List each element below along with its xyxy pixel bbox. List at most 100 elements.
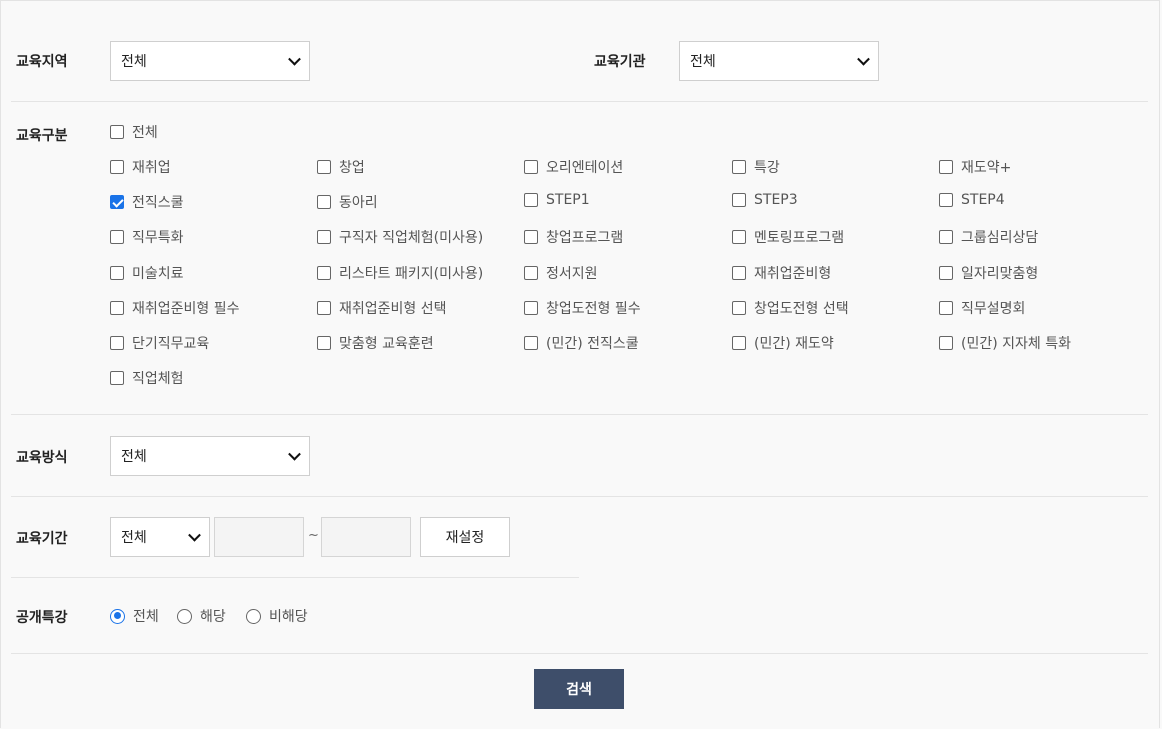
open-lecture-radio-label: 해당	[200, 609, 226, 625]
checkbox-box[interactable]	[110, 371, 124, 386]
category-checkbox-item[interactable]: 미술치료	[110, 263, 184, 283]
checkbox-box[interactable]	[110, 265, 124, 280]
radio-circle[interactable]	[110, 608, 125, 624]
category-checkbox-item[interactable]: 구직자 직업체험(미사용)	[317, 227, 483, 247]
category-checkbox-label: 리스타트 패키지(미사용)	[339, 265, 484, 282]
open-lecture-radio-option[interactable]: 전체	[110, 606, 159, 626]
institution-label: 교육기관	[594, 54, 646, 70]
checkbox-box[interactable]	[732, 193, 746, 208]
divider	[11, 101, 1148, 102]
checkbox-box[interactable]	[110, 160, 124, 174]
reset-button[interactable]: 재설정	[420, 517, 510, 557]
category-checkbox-item[interactable]: 특강	[732, 157, 780, 177]
category-checkbox-item[interactable]: 창업프로그램	[524, 227, 623, 247]
category-checkbox-item[interactable]: 직무설명회	[939, 298, 1025, 318]
checkbox-box[interactable]	[110, 300, 124, 315]
method-select-value: 전체	[121, 449, 147, 465]
category-checkbox-item[interactable]: 그룹심리상담	[939, 227, 1038, 247]
checkbox-box[interactable]	[110, 230, 124, 245]
checkbox-box[interactable]	[939, 160, 953, 174]
category-checkbox-item[interactable]: 단기직무교육	[110, 333, 209, 353]
divider	[11, 414, 1148, 415]
period-separator: ~	[308, 528, 319, 543]
category-checkbox-item[interactable]: STEP3	[732, 192, 798, 208]
category-checkbox-label: 전직스쿨	[132, 195, 184, 212]
category-checkbox-item[interactable]: 재도약+	[939, 157, 1011, 177]
checkbox-box[interactable]	[524, 193, 538, 208]
category-checkbox-item[interactable]: 창업도전형 필수	[524, 298, 641, 318]
chevron-down-icon	[288, 52, 301, 66]
checkbox-box[interactable]	[110, 336, 124, 350]
checkbox-box[interactable]	[732, 336, 746, 350]
category-checkbox-item[interactable]: 일자리맞춤형	[939, 263, 1038, 283]
period-end-date-input[interactable]	[321, 517, 411, 557]
checkbox-box[interactable]	[524, 336, 538, 350]
checkbox-box[interactable]	[732, 265, 746, 280]
category-checkbox-item[interactable]: 리스타트 패키지(미사용)	[317, 263, 483, 283]
category-checkbox-item[interactable]: 창업	[317, 157, 365, 177]
checkbox-box[interactable]	[939, 193, 953, 208]
open-lecture-label: 공개특강	[16, 610, 68, 626]
chevron-down-icon	[857, 52, 870, 66]
checkbox-box[interactable]	[317, 300, 331, 315]
period-select[interactable]: 전체	[110, 517, 210, 557]
category-checkbox-label: 재취업	[132, 160, 171, 176]
category-checkbox-label: (민간) 재도약	[754, 336, 834, 352]
checkbox-box[interactable]	[317, 230, 331, 245]
search-button[interactable]: 검색	[534, 669, 624, 709]
category-checkbox-item[interactable]: (민간) 전직스쿨	[524, 333, 639, 353]
category-checkbox-label: 멘토링프로그램	[754, 230, 845, 247]
category-checkbox-item[interactable]: (민간) 재도약	[732, 333, 834, 353]
method-select[interactable]: 전체	[110, 436, 310, 476]
checkbox-box[interactable]	[732, 300, 746, 315]
category-label: 교육구분	[16, 128, 68, 144]
checkbox-box[interactable]	[524, 265, 538, 280]
institution-select[interactable]: 전체	[679, 41, 879, 81]
category-checkbox-item[interactable]: STEP4	[939, 192, 1005, 208]
category-all-label: 전체	[132, 125, 158, 141]
checkbox-box[interactable]	[110, 195, 124, 210]
checkbox-box[interactable]	[939, 230, 953, 245]
category-checkbox-item[interactable]: 정서지원	[524, 263, 598, 283]
category-checkbox-label: (민간) 지자체 특화	[961, 336, 1071, 352]
category-checkbox-item[interactable]: 재취업	[110, 157, 171, 177]
category-checkbox-item[interactable]: STEP1	[524, 192, 590, 208]
category-checkbox-label: 직무특화	[132, 230, 184, 247]
checkbox-box[interactable]	[317, 265, 331, 280]
checkbox-box[interactable]	[317, 336, 331, 350]
category-checkbox-item[interactable]: 재취업준비형 선택	[317, 298, 447, 318]
open-lecture-radio-option[interactable]: 비해당	[246, 606, 308, 626]
checkbox-box[interactable]	[939, 300, 953, 315]
checkbox-box[interactable]	[317, 195, 331, 210]
category-checkbox-item[interactable]: 재취업준비형	[732, 263, 831, 283]
checkbox-box[interactable]	[732, 160, 746, 174]
open-lecture-radio-label: 비해당	[269, 609, 308, 625]
category-checkbox-item[interactable]: 창업도전형 선택	[732, 298, 849, 318]
open-lecture-radio-option[interactable]: 해당	[177, 606, 226, 626]
category-checkbox-item[interactable]: 맞춤형 교육훈련	[317, 333, 434, 353]
category-checkbox-item[interactable]: 직업체험	[110, 368, 184, 388]
checkbox-box[interactable]	[939, 265, 953, 280]
region-select[interactable]: 전체	[110, 41, 310, 81]
checkbox-box[interactable]	[939, 336, 953, 350]
checkbox-box[interactable]	[110, 125, 124, 139]
category-checkbox-item[interactable]: 전직스쿨	[110, 192, 184, 212]
category-checkbox-item[interactable]: 멘토링프로그램	[732, 227, 844, 247]
category-checkbox-label: 동아리	[339, 195, 378, 212]
checkbox-box[interactable]	[317, 160, 331, 174]
checkbox-box[interactable]	[524, 300, 538, 315]
category-checkbox-item[interactable]: 동아리	[317, 192, 378, 212]
category-checkbox-item[interactable]: 재취업준비형 필수	[110, 298, 240, 318]
category-checkbox-label: STEP4	[961, 192, 1005, 209]
radio-circle[interactable]	[246, 608, 261, 624]
checkbox-box[interactable]	[732, 230, 746, 245]
period-start-date-input[interactable]	[214, 517, 304, 557]
category-all-checkbox[interactable]: 전체	[110, 122, 158, 142]
checkbox-box[interactable]	[524, 160, 538, 174]
category-checkbox-item[interactable]: 오리엔테이션	[524, 157, 623, 177]
category-checkbox-label: 맞춤형 교육훈련	[339, 336, 434, 352]
category-checkbox-item[interactable]: 직무특화	[110, 227, 184, 247]
checkbox-box[interactable]	[524, 230, 538, 245]
radio-circle[interactable]	[177, 608, 192, 624]
category-checkbox-item[interactable]: (민간) 지자체 특화	[939, 333, 1071, 353]
